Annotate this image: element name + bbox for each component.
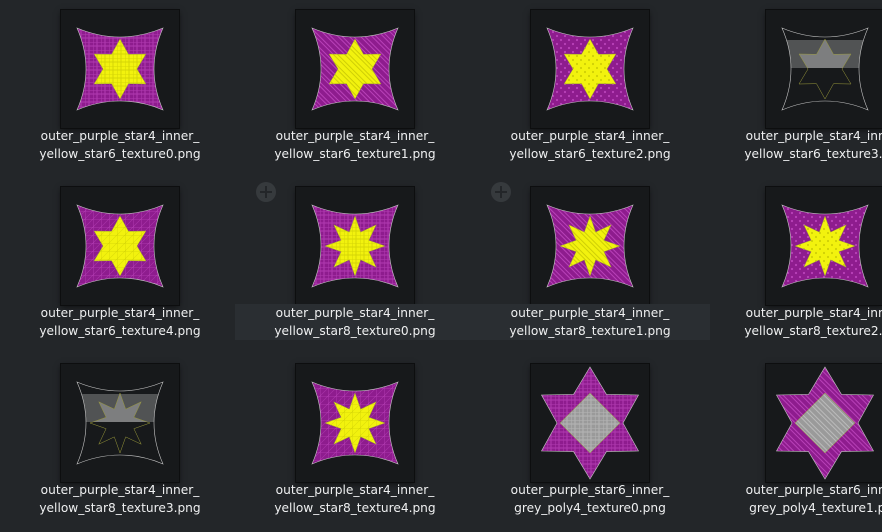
file-name[interactable]: outer_purple_star4_inner_ yellow_star8_t… (235, 481, 475, 517)
file-item[interactable]: outer_purple_star4_inner_ yellow_star6_t… (0, 177, 235, 353)
file-name[interactable]: outer_purple_star4_inner_ yellow_star6_t… (470, 127, 710, 163)
file-name-line1: outer_purple_star6_inner_ (745, 483, 882, 497)
shape-preview (546, 27, 634, 111)
thumbnail[interactable] (766, 10, 882, 128)
thumbnail[interactable] (61, 364, 179, 482)
file-name-line1: outer_purple_star4_inner_ (510, 129, 670, 143)
inner-shape (794, 215, 856, 277)
shape-preview (76, 27, 164, 111)
inner-shape (559, 215, 621, 277)
file-name[interactable]: outer_purple_star6_inner_ grey_poly4_tex… (705, 481, 882, 517)
thumbnail[interactable] (61, 10, 179, 128)
file-item[interactable]: outer_purple_star4_inner_ yellow_star8_t… (235, 354, 470, 530)
file-name-line2: yellow_star6_texture0.png (39, 147, 201, 161)
inner-shape (324, 215, 386, 277)
thumbnail[interactable] (296, 10, 414, 128)
file-name-line1: outer_purple_star4_inner_ (40, 129, 200, 143)
file-item[interactable]: outer_purple_star4_inner_ yellow_star8_t… (705, 177, 882, 353)
file-name-line2: grey_poly4_texture1.png (749, 501, 882, 515)
file-name[interactable]: outer_purple_star4_inner_ yellow_star8_t… (0, 481, 240, 517)
file-name[interactable]: outer_purple_star4_inner_ yellow_star8_t… (470, 304, 710, 340)
thumbnail[interactable] (766, 364, 882, 482)
file-name-line2: yellow_star8_texture1.png (509, 324, 671, 338)
thumbnail[interactable] (531, 364, 649, 482)
thumbnail[interactable] (531, 10, 649, 128)
shape-preview (781, 27, 869, 111)
file-item[interactable]: outer_purple_star6_inner_ grey_poly4_tex… (705, 354, 882, 530)
file-grid: outer_purple_star4_inner_ yellow_star6_t… (0, 0, 882, 532)
thumbnail[interactable] (296, 364, 414, 482)
file-name-line1: outer_purple_star4_inner_ (40, 483, 200, 497)
file-name[interactable]: outer_purple_star4_inner_ yellow_star8_t… (235, 304, 475, 340)
shape-preview (540, 366, 640, 480)
file-name[interactable]: outer_purple_star4_inner_ yellow_star8_t… (705, 304, 882, 340)
file-item[interactable]: outer_purple_star4_inner_ yellow_star6_t… (0, 0, 235, 176)
shape-preview (546, 204, 634, 288)
file-name-line2: grey_poly4_texture0.png (514, 501, 666, 515)
shape-preview (76, 204, 164, 288)
thumbnail[interactable] (766, 187, 882, 305)
file-name-line1: outer_purple_star4_inner_ (510, 306, 670, 320)
file-name[interactable]: outer_purple_star4_inner_ yellow_star6_t… (705, 127, 882, 163)
file-item[interactable]: outer_purple_star4_inner_ yellow_star6_t… (705, 0, 882, 176)
thumbnail[interactable] (531, 187, 649, 305)
file-name-line2: yellow_star8_texture4.png (274, 501, 436, 515)
file-item[interactable]: outer_purple_star4_inner_ yellow_star6_t… (235, 0, 470, 176)
file-name-line2: yellow_star8_texture2.png (744, 324, 882, 338)
file-name-line2: yellow_star6_texture1.png (274, 147, 436, 161)
file-name[interactable]: outer_purple_star6_inner_ grey_poly4_tex… (470, 481, 710, 517)
shape-preview (781, 204, 869, 288)
file-item[interactable]: outer_purple_star4_inner_ yellow_star8_t… (235, 177, 475, 353)
select-plus-icon[interactable] (255, 181, 277, 203)
shape-preview (311, 204, 399, 288)
file-name[interactable]: outer_purple_star4_inner_ yellow_star6_t… (235, 127, 475, 163)
file-item[interactable]: outer_purple_star4_inner_ yellow_star6_t… (470, 0, 705, 176)
file-name[interactable]: outer_purple_star4_inner_ yellow_star6_t… (0, 127, 240, 163)
file-name-line1: outer_purple_star4_inner_ (745, 306, 882, 320)
file-name-line1: outer_purple_star6_inner_ (510, 483, 670, 497)
inner-shape (324, 392, 386, 454)
file-name-line1: outer_purple_star4_inner_ (275, 306, 435, 320)
thumbnail[interactable] (61, 187, 179, 305)
file-name-line1: outer_purple_star4_inner_ (275, 483, 435, 497)
thumbnail[interactable] (296, 187, 414, 305)
file-item[interactable]: outer_purple_star4_inner_ yellow_star8_t… (0, 354, 235, 530)
inner-shape (89, 392, 151, 454)
file-name-line2: yellow_star6_texture3.png (744, 147, 882, 161)
select-plus-icon[interactable] (490, 181, 512, 203)
shape-preview (311, 381, 399, 465)
file-name[interactable]: outer_purple_star4_inner_ yellow_star6_t… (0, 304, 240, 340)
file-name-line2: yellow_star8_texture3.png (39, 501, 201, 515)
file-name-line1: outer_purple_star4_inner_ (745, 129, 882, 143)
file-item[interactable]: outer_purple_star6_inner_ grey_poly4_tex… (470, 354, 705, 530)
shape-preview (311, 27, 399, 111)
file-name-line1: outer_purple_star4_inner_ (40, 306, 200, 320)
file-name-line2: yellow_star8_texture0.png (274, 324, 436, 338)
shape-preview (76, 381, 164, 465)
file-name-line2: yellow_star6_texture4.png (39, 324, 201, 338)
file-name-line2: yellow_star6_texture2.png (509, 147, 671, 161)
file-item[interactable]: outer_purple_star4_inner_ yellow_star8_t… (470, 177, 710, 353)
shape-preview (775, 366, 875, 480)
file-name-line1: outer_purple_star4_inner_ (275, 129, 435, 143)
